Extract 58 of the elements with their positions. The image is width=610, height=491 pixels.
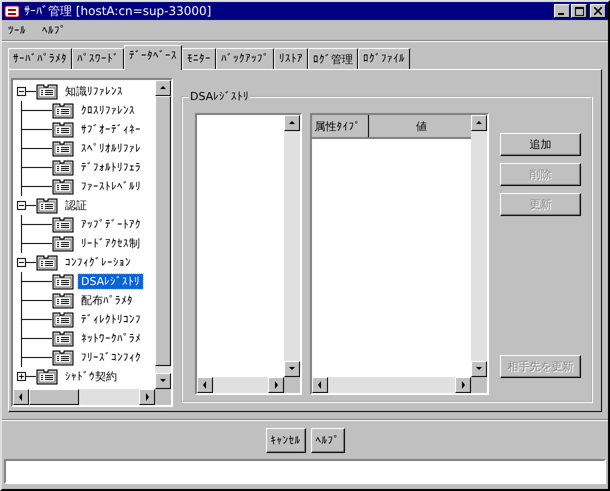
tab[interactable]: ﾊﾟｽﾜｰﾄﾞ: [72, 48, 124, 69]
attribute-table[interactable]: 属性ﾀｲﾌﾟ 値: [310, 113, 490, 395]
tree-item[interactable]: ﾃﾞﾌｫﾙﾄﾘﾌｪﾗ: [78, 160, 144, 175]
tab[interactable]: ﾓﾆﾀｰ: [182, 48, 216, 69]
collapse-icon[interactable]: [17, 258, 26, 267]
scroll-thumb[interactable]: [29, 389, 79, 405]
action-button[interactable]: 追加: [500, 133, 581, 156]
menu-item[interactable]: ﾂｰﾙ: [8, 24, 26, 36]
column-header[interactable]: 値: [369, 115, 472, 137]
tree-item[interactable]: 認証: [62, 197, 90, 214]
entry-list[interactable]: [195, 113, 302, 395]
scroll-down-button[interactable]: [155, 373, 171, 389]
tree-item[interactable]: ｻﾌﾞｵｰﾃﾞｨﾈｰ: [78, 122, 144, 137]
expand-icon[interactable]: [17, 372, 26, 381]
group-title: DSAﾚｼﾞｽﾄﾘ: [189, 90, 250, 103]
dialog-button[interactable]: ﾍﾙﾌﾟ: [310, 428, 344, 453]
scroll-up-button[interactable]: [284, 115, 300, 131]
tab[interactable]: ﾛｸﾞﾌｧｲﾙ: [358, 48, 410, 69]
tab[interactable]: ﾛｸﾞ管理: [308, 48, 358, 69]
column-header[interactable]: 属性ﾀｲﾌﾟ: [312, 115, 370, 137]
tree-item[interactable]: ﾈｯﾄﾜｰｸﾊﾟﾗﾒ: [78, 331, 144, 346]
scroll-left-button[interactable]: [197, 377, 213, 393]
tab[interactable]: ﾘｽﾄｱ: [274, 48, 308, 69]
tree-item[interactable]: 知識ﾘﾌｧﾚﾝｽ: [62, 83, 126, 100]
dialog-button[interactable]: ｷｬﾝｾﾙ: [266, 428, 306, 453]
tree-item[interactable]: ﾌﾘｰｽﾞｺﾝﾌｨｸ: [78, 350, 144, 365]
tree-item[interactable]: ｱｯﾌﾟﾃﾞｰﾄｱｸ: [78, 217, 144, 232]
window-title: ｻｰﾊﾞ管理 [hostA:cn=sup-33000]: [24, 2, 212, 20]
scroll-up-button[interactable]: [471, 115, 488, 131]
scroll-right-button[interactable]: [139, 389, 155, 405]
scroll-right-button[interactable]: [455, 377, 472, 393]
maximize-button[interactable]: [571, 4, 587, 18]
minimize-button[interactable]: [554, 4, 570, 18]
tree-item[interactable]: DSAﾚｼﾞｽﾄﾘ: [78, 274, 144, 289]
maximize-icon: [574, 6, 584, 16]
scroll-up-button[interactable]: [155, 80, 171, 96]
close-icon: [594, 7, 602, 15]
scroll-left-button[interactable]: [13, 389, 29, 405]
collapse-icon[interactable]: [17, 87, 26, 96]
scroll-right-button[interactable]: [268, 377, 284, 393]
tab[interactable]: ﾃﾞｰﾀﾍﾞｰｽ: [124, 45, 182, 70]
tab[interactable]: ｻｰﾊﾞﾊﾟﾗﾒﾀ: [8, 48, 72, 69]
scroll-down-button[interactable]: [284, 361, 300, 377]
scroll-down-button[interactable]: [471, 361, 488, 377]
tab[interactable]: ﾊﾞｯｸｱｯﾌﾟ: [216, 48, 274, 69]
tree-item[interactable]: ｺﾝﾌｨｸﾞﾚｰｼｮﾝ: [62, 255, 134, 270]
close-button[interactable]: [590, 4, 606, 18]
tree-item[interactable]: ﾃﾞｨﾚｸﾄﾘｺﾝﾌ: [78, 312, 144, 327]
menu-item[interactable]: ﾍﾙﾌﾟ: [42, 24, 66, 36]
tree-item[interactable]: ﾌｧｰｽﾄﾚﾍﾞﾙﾘ: [78, 179, 144, 194]
tree-item[interactable]: ｸﾛｽﾘﾌｧﾚﾝｽ: [78, 103, 138, 118]
tree-item[interactable]: ｽﾍﾟﾘｵﾙﾘﾌｧﾚ: [78, 141, 144, 156]
collapse-icon[interactable]: [17, 201, 26, 210]
app-icon: [4, 3, 20, 19]
tree-item[interactable]: 配布ﾊﾟﾗﾒﾀ: [78, 292, 136, 309]
tree-item[interactable]: ｼｬﾄﾞｳ契約: [62, 368, 120, 385]
scroll-left-button[interactable]: [312, 377, 328, 393]
tree-item[interactable]: ﾘｰﾄﾞｱｸｾｽ制: [78, 235, 143, 252]
